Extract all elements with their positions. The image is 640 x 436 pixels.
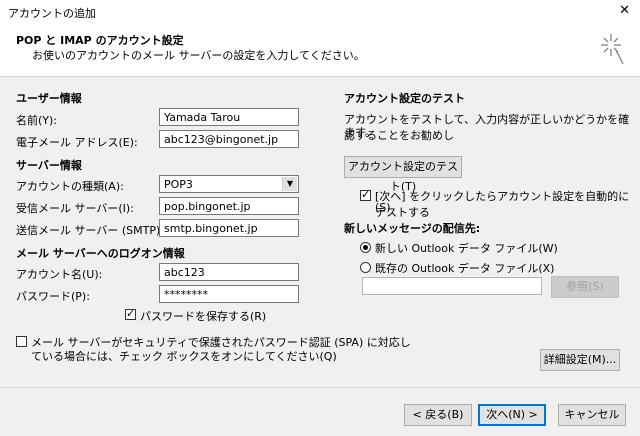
account-type-label: アカウントの種類(A): [16,180,124,193]
auto-test-label-line2: (S) [375,201,391,214]
next-button[interactable]: 次へ(N) > [478,404,546,426]
spa-checkbox[interactable] [16,336,27,347]
delivery-heading: 新しいメッセージの配信先: [344,222,481,235]
back-button[interactable]: < 戻る(B) [404,404,472,426]
sparkle-icon [601,34,624,65]
name-label: 名前(Y): [16,114,58,127]
chevron-down-icon[interactable]: ▼ [282,177,297,191]
footer-divider [0,387,640,388]
server-info-heading: サーバー情報 [16,159,82,172]
save-password-checkbox[interactable] [125,307,136,320]
more-settings-button[interactable]: 詳細設定(M)... [540,349,620,371]
auto-test-label-line1: [次へ] をクリックしたらアカウント設定を自動的にテストする [375,190,630,219]
auto-test-checkbox[interactable] [360,188,371,201]
logon-info-heading: メール サーバーへのログオン情報 [16,247,185,260]
email-input[interactable]: abc123@bingonet.jp [159,130,299,148]
header-title: POP と IMAP のアカウント設定 [16,34,184,47]
existing-data-file-path[interactable] [362,277,542,295]
dialog-header: POP と IMAP のアカウント設定 お使いのアカウントのメール サーバーの設… [0,22,640,77]
existing-data-file-radio[interactable] [360,262,371,273]
header-subtitle: お使いのアカウントのメール サーバーの設定を入力してください。 [32,49,365,62]
browse-button[interactable]: 参照(S) [551,276,619,298]
user-info-heading: ユーザー情報 [16,92,82,105]
incoming-server-label: 受信メール サーバー(I): [16,202,134,215]
cancel-button[interactable]: キャンセル [558,404,626,426]
new-data-file-radio[interactable] [360,242,371,253]
title-bar: アカウントの追加 ✕ [0,0,640,22]
close-icon[interactable]: ✕ [619,3,630,18]
new-data-file-label: 新しい Outlook データ ファイル(W) [375,242,558,255]
outgoing-server-input[interactable]: smtp.bingonet.jp [159,219,299,237]
test-desc-line1: アカウントをテストして、入力内容が正しいかどうかを確認することをお勧めし [344,113,630,142]
password-input[interactable]: ******** [159,285,299,303]
test-heading: アカウント設定のテスト [344,92,465,105]
window-title: アカウントの追加 [8,7,96,20]
test-account-button[interactable]: アカウント設定のテスト(T) [344,156,462,193]
incoming-server-input[interactable]: pop.bingonet.jp [159,197,299,215]
email-label: 電子メール アドレス(E): [16,136,138,149]
account-type-select[interactable]: POP3 ▼ [159,175,299,193]
account-name-label: アカウント名(U): [16,268,103,281]
password-label: パスワード(P): [16,290,90,303]
test-desc-line2: ます。 [344,126,376,139]
account-name-input[interactable]: abc123 [159,263,299,281]
existing-data-file-label: 既存の Outlook データ ファイル(X) [375,262,555,275]
save-password-label: パスワードを保存する(R) [140,310,267,323]
outgoing-server-label: 送信メール サーバー (SMTP)(O): [16,224,182,237]
spa-label-line2: ている場合には、チェック ボックスをオンにしてください(Q) [31,350,337,363]
name-input[interactable]: Yamada Tarou [159,108,299,126]
account-type-value: POP3 [164,178,193,191]
